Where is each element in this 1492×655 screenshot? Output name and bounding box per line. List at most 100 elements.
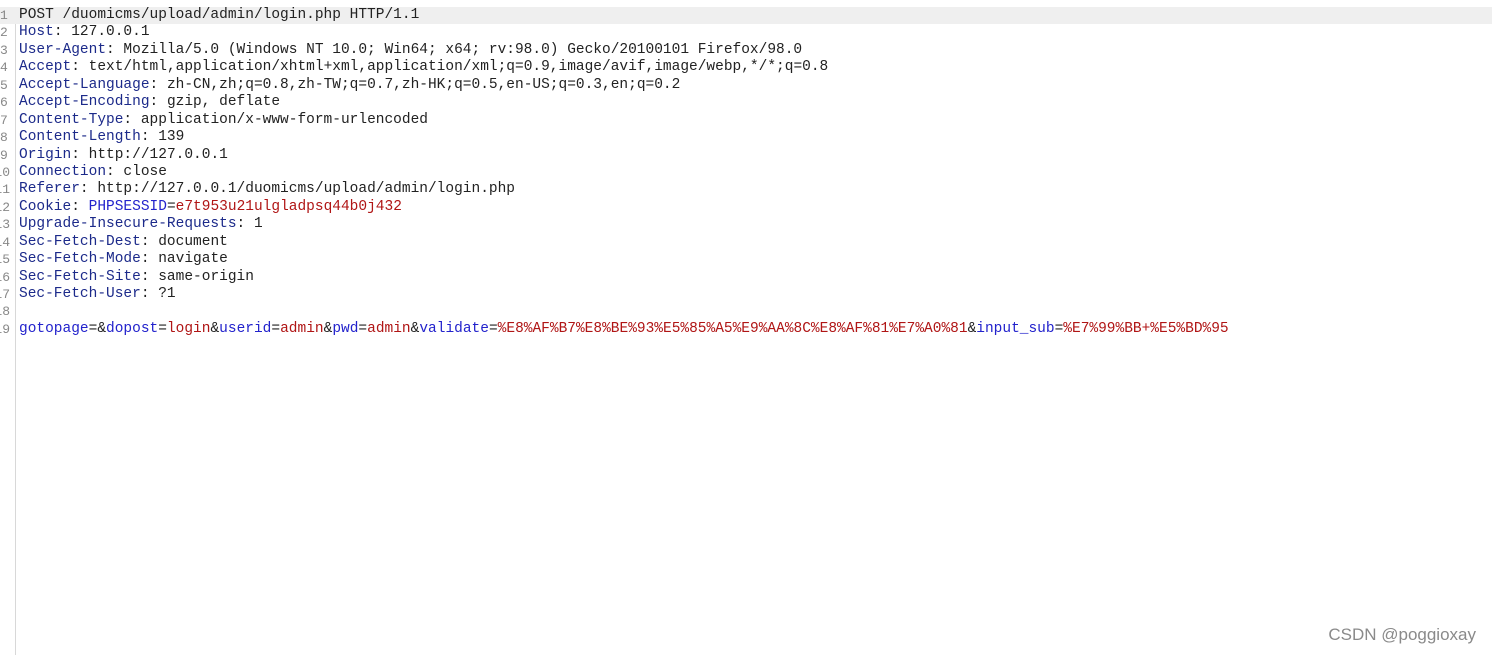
watermark: CSDN @poggioxay bbox=[1328, 625, 1476, 644]
separator: = bbox=[271, 320, 281, 337]
header-value: http://127.0.0.1 bbox=[88, 146, 228, 163]
editor-line[interactable]: 2 Host: 127.0.0.1 bbox=[0, 24, 1492, 41]
header-value: close bbox=[123, 163, 167, 180]
param-value: admin bbox=[280, 320, 324, 337]
line-number: 15 bbox=[0, 252, 10, 268]
separator: : bbox=[71, 59, 89, 76]
separator: : bbox=[149, 94, 167, 111]
editor-line[interactable]: 15 Sec-Fetch-Mode: navigate bbox=[0, 251, 1492, 268]
editor-line[interactable]: 12 Cookie: PHPSESSID=e7t953u21ulgladpsq44… bbox=[0, 199, 1492, 216]
separator: : bbox=[149, 76, 167, 93]
header-value: text/html,application/xhtml+xml,applicat… bbox=[88, 59, 829, 76]
line-number: 9 bbox=[0, 147, 8, 163]
editor-line[interactable]: 17 Sec-Fetch-User: ?1 bbox=[0, 286, 1492, 303]
line-content: Cookie: PHPSESSID=e7t953u21ulgladpsq44b0… bbox=[19, 199, 402, 216]
line-number: 18 bbox=[0, 304, 10, 320]
editor-line[interactable]: 3 User-Agent: Mozilla/5.0 (Windows NT 10.… bbox=[0, 42, 1492, 59]
header-value: ?1 bbox=[158, 286, 176, 302]
line-number: 7 bbox=[0, 112, 8, 128]
header-value: same-origin bbox=[158, 268, 254, 285]
editor-line[interactable]: 1 POST /duomicms/upload/admin/login.php H… bbox=[0, 7, 1492, 25]
editor-line[interactable]: 11 Referer: http://127.0.0.1/duomicms/upl… bbox=[0, 181, 1492, 198]
line-content: User-Agent: Mozilla/5.0 (Windows NT 10.0… bbox=[19, 42, 802, 59]
line-content: Accept: text/html,application/xhtml+xml,… bbox=[19, 59, 828, 76]
header-value: zh-CN,zh;q=0.8,zh-TW;q=0.7,zh-HK;q=0.5,e… bbox=[166, 76, 681, 93]
line-number: 3 bbox=[0, 42, 8, 58]
line-content: POST /duomicms/upload/admin/login.php HT… bbox=[19, 7, 419, 24]
editor-line[interactable]: 9 Origin: http://127.0.0.1 bbox=[0, 147, 1492, 164]
param-name: gotopage bbox=[19, 320, 89, 337]
header-value: gzip, deflate bbox=[166, 94, 281, 111]
header-value: document bbox=[158, 233, 228, 250]
editor-line[interactable]: 16 Sec-Fetch-Site: same-origin bbox=[0, 269, 1492, 286]
line-content: Content-Length: 139 bbox=[19, 129, 184, 146]
line-number: 14 bbox=[0, 234, 10, 250]
header-value: 139 bbox=[158, 129, 185, 146]
separator: : bbox=[236, 216, 254, 233]
header-value: navigate bbox=[158, 251, 228, 268]
line-content: Sec-Fetch-Dest: document bbox=[19, 234, 228, 251]
header-name: Connection bbox=[19, 163, 107, 180]
line-content: Upgrade-Insecure-Requests: 1 bbox=[19, 216, 263, 233]
separator: : bbox=[140, 268, 159, 285]
line-content: gotopage=&dopost=login&userid=admin&pwd=… bbox=[19, 321, 1229, 338]
request-editor[interactable]: 1 POST /duomicms/upload/admin/login.php H… bbox=[0, 7, 1492, 655]
line-number: 16 bbox=[0, 269, 10, 285]
header-name: Referer bbox=[19, 181, 80, 198]
param-value: admin bbox=[367, 320, 411, 337]
separator: & bbox=[323, 320, 333, 337]
line-number: 17 bbox=[0, 287, 10, 302]
request-line: POST /duomicms/upload/admin/login.php HT… bbox=[19, 7, 420, 23]
editor-line[interactable]: 19gotopage=&dopost=login&userid=admin&pw… bbox=[0, 321, 1492, 338]
cookie-value: e7t953u21ulgladpsq44b0j432 bbox=[175, 198, 402, 215]
cookie-name: PHPSESSID bbox=[88, 198, 167, 215]
header-value: 127.0.0.1 bbox=[71, 24, 150, 41]
line-content: Referer: http://127.0.0.1/duomicms/uploa… bbox=[19, 181, 515, 198]
header-name: Sec-Fetch-Site bbox=[19, 268, 141, 285]
editor-line[interactable]: 8 Content-Length: 139 bbox=[0, 129, 1492, 146]
header-value: 1 bbox=[253, 216, 263, 233]
separator: : bbox=[140, 129, 159, 146]
line-number: 11 bbox=[0, 182, 10, 198]
editor-line[interactable]: 13 Upgrade-Insecure-Requests: 1 bbox=[0, 216, 1492, 233]
editor-line[interactable]: 10 Connection: close bbox=[0, 164, 1492, 181]
editor-line[interactable]: 5 Accept-Language: zh-CN,zh;q=0.8,zh-TW;q… bbox=[0, 77, 1492, 94]
separator: : bbox=[140, 286, 159, 302]
line-number: 8 bbox=[0, 130, 8, 146]
param-value: %E8%AF%B7%E8%BE%93%E5%85%A5%E9%AA%8C%E8%… bbox=[497, 320, 968, 337]
separator: = bbox=[358, 320, 368, 337]
header-name: Cookie bbox=[19, 198, 72, 215]
header-name: Content-Length bbox=[19, 129, 141, 146]
separator: : bbox=[106, 41, 124, 58]
separator: = bbox=[1054, 320, 1064, 337]
line-number: 19 bbox=[0, 321, 10, 337]
param-name: pwd bbox=[332, 320, 359, 337]
separator: & bbox=[97, 320, 107, 337]
editor-line[interactable]: 14 Sec-Fetch-Dest: document bbox=[0, 234, 1492, 251]
separator: : bbox=[71, 146, 89, 163]
header-name: Sec-Fetch-Dest bbox=[19, 233, 141, 250]
editor-line[interactable]: 7 Content-Type: application/x-www-form-ur… bbox=[0, 112, 1492, 129]
separator: : bbox=[123, 111, 141, 128]
header-value: Mozilla/5.0 (Windows NT 10.0; Win64; x64… bbox=[123, 41, 803, 58]
line-content: Accept-Language: zh-CN,zh;q=0.8,zh-TW;q=… bbox=[19, 77, 680, 94]
line-number: 12 bbox=[0, 199, 10, 215]
line-number: 2 bbox=[0, 25, 8, 41]
header-name: Accept-Encoding bbox=[19, 94, 150, 111]
editor-line[interactable]: 6 Accept-Encoding: gzip, deflate bbox=[0, 94, 1492, 111]
header-name: Accept-Language bbox=[19, 76, 150, 93]
header-name: Sec-Fetch-User bbox=[19, 286, 141, 302]
line-content: Sec-Fetch-User: ?1 bbox=[19, 286, 176, 303]
separator: : bbox=[53, 24, 72, 41]
line-number: 10 bbox=[0, 164, 10, 180]
line-content: Host: 127.0.0.1 bbox=[19, 24, 150, 41]
editor-line[interactable]: 4 Accept: text/html,application/xhtml+xml… bbox=[0, 59, 1492, 76]
editor-line[interactable]: 18 bbox=[0, 303, 1492, 320]
param-name: validate bbox=[419, 320, 489, 337]
line-content: Sec-Fetch-Site: same-origin bbox=[19, 269, 254, 286]
line-content: Connection: close bbox=[19, 164, 167, 181]
header-name: Content-Type bbox=[19, 111, 124, 128]
separator: = bbox=[488, 320, 498, 337]
line-number: 13 bbox=[0, 217, 10, 233]
header-name: User-Agent bbox=[19, 41, 107, 58]
